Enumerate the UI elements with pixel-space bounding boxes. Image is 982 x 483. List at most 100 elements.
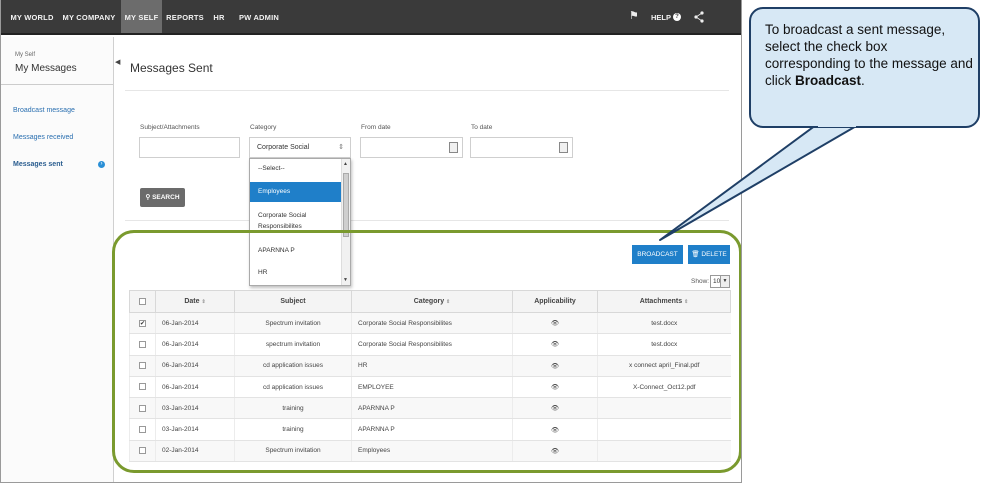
eye-icon[interactable]: 👁 <box>551 448 559 455</box>
from-date-input[interactable] <box>360 137 463 158</box>
applicability-cell[interactable]: 👁 <box>512 355 598 377</box>
attachment-link[interactable] <box>597 397 731 420</box>
scrollbar-thumb[interactable] <box>343 173 349 237</box>
calendar-icon[interactable] <box>449 142 458 153</box>
attachment-link[interactable] <box>597 418 731 441</box>
row-select-cell[interactable] <box>129 440 156 463</box>
nav-my-world[interactable]: MY WORLD <box>6 0 58 33</box>
nav-pw-admin[interactable]: PW ADMIN <box>234 0 284 33</box>
sidebar-item-messages-received[interactable]: Messages received <box>13 134 73 141</box>
date-cell: 03-Jan-2014 <box>155 397 235 420</box>
row-select-cell[interactable] <box>129 397 156 420</box>
row-checkbox[interactable] <box>139 404 146 412</box>
search-button[interactable]: ⚲ SEARCH <box>140 188 185 207</box>
nav-my-company[interactable]: MY COMPANY <box>58 0 120 33</box>
applicability-cell[interactable]: 👁 <box>512 397 598 420</box>
share-icon[interactable] <box>693 11 705 23</box>
flag-icon[interactable]: ⚑ <box>629 9 639 22</box>
row-checkbox[interactable] <box>139 426 146 434</box>
dropdown-option-aparnna-p[interactable]: APARNNA P <box>250 241 342 261</box>
collapse-sidebar-icon[interactable]: ◀ <box>115 58 120 66</box>
dropdown-option-hr[interactable]: HR <box>250 263 342 283</box>
to-date-input[interactable] <box>470 137 573 158</box>
row-select-cell[interactable] <box>129 418 156 441</box>
row-checkbox[interactable] <box>139 383 146 391</box>
subject-input[interactable] <box>139 137 240 158</box>
applicability-cell[interactable]: 👁 <box>512 333 598 356</box>
eye-icon[interactable]: 👁 <box>551 363 559 370</box>
table-header-row: Date ⇕ Subject Category ⇕ Applicability … <box>129 290 731 313</box>
filter-divider <box>125 220 729 221</box>
calendar-icon[interactable] <box>559 142 568 153</box>
applicability-cell[interactable]: 👁 <box>512 418 598 441</box>
category-dropdown-list: --Select-- Employees Corporate Social Re… <box>249 158 351 286</box>
broadcast-button[interactable]: BROADCAST <box>632 245 683 264</box>
page-size-label: Show: <box>691 278 710 285</box>
help-link[interactable]: HELP <box>651 0 671 33</box>
attachment-link[interactable]: test.docx <box>597 312 731 335</box>
eye-icon[interactable]: 👁 <box>551 341 559 348</box>
column-header-attachments[interactable]: Attachments ⇕ <box>597 290 731 313</box>
scroll-down-icon[interactable]: ▼ <box>343 277 348 283</box>
select-all-checkbox[interactable] <box>139 297 146 305</box>
help-question-icon[interactable]: ? <box>673 13 681 21</box>
row-checkbox[interactable] <box>139 362 146 370</box>
column-header-date[interactable]: Date ⇕ <box>155 290 235 313</box>
row-select-cell[interactable] <box>129 376 156 399</box>
applicability-cell[interactable]: 👁 <box>512 440 598 463</box>
sidebar-title: My Messages <box>15 63 77 74</box>
search-button-label: SEARCH <box>152 194 180 201</box>
category-select[interactable]: Corporate Social ⇕ <box>249 137 351 158</box>
dropdown-option-employees[interactable]: Employees <box>250 182 342 202</box>
date-cell: 06-Jan-2014 <box>155 376 235 399</box>
delete-button[interactable]: 🗑 DELETE <box>688 245 730 264</box>
subject-link[interactable]: training <box>234 397 352 420</box>
delete-button-label: DELETE <box>701 251 727 258</box>
row-select-cell[interactable]: ✔ <box>129 312 156 335</box>
eye-icon[interactable]: 👁 <box>551 384 559 391</box>
dropdown-scrollbar[interactable]: ▲ ▼ <box>341 159 350 285</box>
attachment-link[interactable]: test.docx <box>597 333 731 356</box>
app-window: MY WORLD MY COMPANY MY SELF REPORTS HR P… <box>0 0 742 483</box>
eye-icon[interactable]: 👁 <box>551 320 559 327</box>
table-body: ✔ 06-Jan-2014 Spectrum invitation Corporate… <box>129 312 731 463</box>
dropdown-option-select[interactable]: --Select-- <box>250 159 342 179</box>
eye-icon[interactable]: 👁 <box>551 405 559 412</box>
subject-label: Subject/Attachments <box>140 124 200 131</box>
subject-link[interactable]: Spectrum invitation <box>234 440 352 463</box>
chevron-down-icon: ⇕ <box>338 144 344 151</box>
table-row: 02-Jan-2014 Spectrum invitation Employees 👁 <box>129 440 731 463</box>
row-select-cell[interactable] <box>129 333 156 356</box>
row-checkbox[interactable]: ✔ <box>139 319 146 327</box>
subject-link[interactable]: training <box>234 418 352 441</box>
nav-reports[interactable]: REPORTS <box>164 0 206 33</box>
column-header-category[interactable]: Category ⇕ <box>351 290 513 313</box>
page-size-select[interactable]: 10 ▼ <box>710 275 730 288</box>
dropdown-option-corporate-social[interactable]: Corporate Social Responsibilites <box>250 208 342 236</box>
row-select-cell[interactable] <box>129 355 156 377</box>
attachment-link[interactable] <box>597 440 731 463</box>
subject-link[interactable]: cd application issues <box>234 355 352 377</box>
scroll-up-icon[interactable]: ▲ <box>343 161 348 167</box>
category-select-value: Corporate Social <box>257 144 310 151</box>
nav-my-self[interactable]: MY SELF <box>121 0 162 33</box>
table-row: 06-Jan-2014 cd application issues HR 👁 x con… <box>129 355 731 377</box>
subject-link[interactable]: spectrum invitation <box>234 333 352 356</box>
row-checkbox[interactable] <box>139 340 146 348</box>
callout-text: To broadcast a sent message, select the … <box>765 22 973 88</box>
category-label: Category <box>250 124 277 131</box>
subject-link[interactable]: Spectrum invitation <box>234 312 352 335</box>
sidebar-divider <box>1 84 113 85</box>
subject-link[interactable]: cd application issues <box>234 376 352 399</box>
sidebar-item-messages-sent[interactable]: Messages sent <box>13 161 63 168</box>
select-all-header[interactable] <box>129 290 156 313</box>
page-title: Messages Sent <box>130 61 213 75</box>
row-checkbox[interactable] <box>139 447 146 455</box>
attachment-link[interactable]: X-Connect_Oct12.pdf <box>597 376 731 399</box>
attachment-link[interactable]: x connect april_Final.pdf <box>597 355 731 377</box>
eye-icon[interactable]: 👁 <box>551 427 559 434</box>
applicability-cell[interactable]: 👁 <box>512 376 598 399</box>
applicability-cell[interactable]: 👁 <box>512 312 598 335</box>
nav-hr[interactable]: HR <box>208 0 230 33</box>
sidebar-item-broadcast-message[interactable]: Broadcast message <box>13 107 75 114</box>
